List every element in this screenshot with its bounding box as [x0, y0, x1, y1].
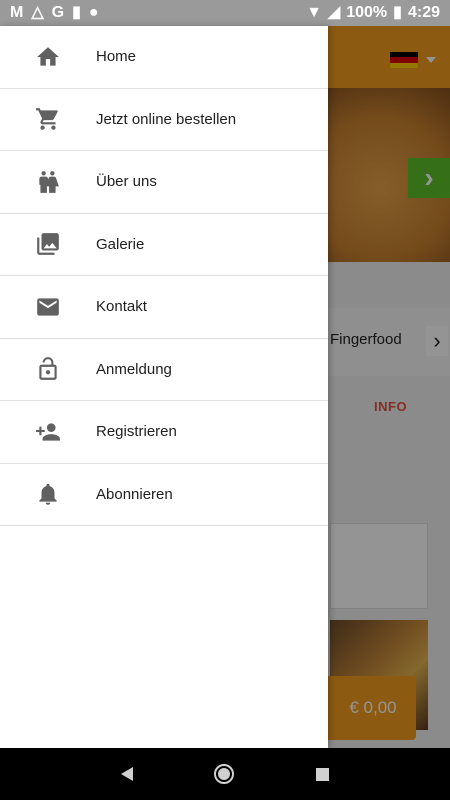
battery-icon: ▮ — [393, 4, 402, 21]
menu-item-home[interactable]: Home — [0, 26, 328, 89]
person-add-icon — [0, 401, 96, 463]
drive-icon: △ — [31, 4, 44, 21]
system-nav-bar — [0, 748, 450, 800]
menu-item-label: Über uns — [96, 173, 157, 191]
navigation-drawer: Home Jetzt online bestellen Über uns Gal… — [0, 26, 328, 748]
menu-item-label: Registrieren — [96, 423, 177, 441]
menu-item-label: Anmeldung — [96, 360, 172, 378]
recents-icon[interactable] — [316, 767, 330, 781]
system-icons: ▼ ◢ 100% ▮ 4:29 — [306, 4, 440, 22]
mail-icon — [0, 276, 96, 338]
wifi-icon: ▼ — [306, 4, 322, 21]
menu-item-login[interactable]: Anmeldung — [0, 339, 328, 401]
clock: 4:29 — [407, 4, 440, 21]
menu-item-gallery[interactable]: Galerie — [0, 214, 328, 276]
menu-item-subscribe[interactable]: Abonnieren — [0, 464, 328, 526]
menu-item-label: Kontakt — [96, 298, 147, 316]
menu-item-label: Home — [96, 48, 137, 66]
google-icon: G — [51, 4, 65, 21]
menu-item-label: Abonnieren — [96, 485, 173, 503]
signal-icon: ◢ — [327, 4, 341, 21]
people-icon — [0, 151, 96, 213]
home-icon — [0, 26, 96, 88]
home-button-icon[interactable] — [214, 764, 235, 784]
menu-item-about-us[interactable]: Über uns — [0, 151, 328, 214]
back-icon[interactable] — [120, 767, 133, 781]
notification-icons: M △ G ▮ ● — [10, 5, 99, 21]
status-bar: M △ G ▮ ● ▼ ◢ 100% ▮ 4:29 — [0, 0, 450, 26]
gallery-icon — [0, 214, 96, 276]
menu-item-register[interactable]: Registrieren — [0, 401, 328, 464]
menu-item-label: Galerie — [96, 235, 145, 253]
menu-item-contact[interactable]: Kontakt — [0, 276, 328, 339]
circle-icon: ● — [88, 4, 99, 21]
bell-icon — [0, 464, 96, 526]
sd-card-icon: ▮ — [72, 4, 81, 21]
menu-item-label: Jetzt online bestellen — [96, 110, 237, 128]
menu-item-order-online[interactable]: Jetzt online bestellen — [0, 89, 328, 151]
battery-text: 100% — [346, 4, 388, 21]
cart-icon — [0, 89, 96, 151]
gmail-icon: M — [10, 4, 24, 21]
lock-open-icon — [0, 339, 96, 401]
